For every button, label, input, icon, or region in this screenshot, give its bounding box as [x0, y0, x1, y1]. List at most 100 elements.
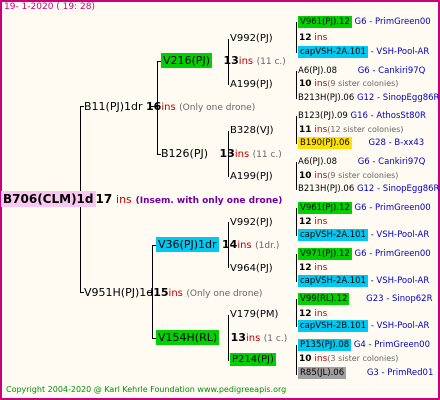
gen4-name: V971(PJ).12 — [298, 248, 352, 260]
gen4-node[interactable]: B190(PJ).06 G28 - B-xx43 — [298, 137, 424, 149]
connector — [296, 254, 297, 282]
gen3-ins-count: 10 — [299, 79, 312, 89]
gen2-node[interactable]: V154H(RL) 13ins (1 c.) — [156, 330, 288, 345]
gen2-name: V154H(RL) — [156, 330, 220, 345]
gen2-name: V36(PJ)1dr — [156, 237, 219, 252]
date-header: 19- 1-2020 ( 19: 28) — [4, 2, 95, 12]
gen3-ins: 12 ins — [299, 218, 327, 227]
gen2-note: (1 c.) — [263, 334, 288, 344]
gen4-name: V99(RL).12 — [298, 293, 350, 305]
connector — [296, 299, 297, 327]
gen4-info: G6 - Cankiri97Q — [357, 66, 426, 76]
gen2-ins-label: ins — [238, 56, 254, 67]
gen4-node[interactable]: B213H(PJ).06 G12 - SinopEgg86R — [298, 94, 439, 103]
gen3-ins-label: ins — [314, 309, 328, 319]
connector — [296, 116, 297, 144]
gen3-ins: 12 ins — [299, 264, 327, 273]
root-node[interactable]: B706(CLM)1d 17 ins (Insem. with only one … — [1, 191, 283, 207]
gen4-node[interactable]: P135(PJ).08 G4 - PrimGreen00 — [298, 339, 430, 351]
gen4-name: B190(PJ).06 — [298, 137, 352, 149]
gen3-ins-count: 11 — [299, 125, 312, 135]
gen4-node[interactable]: capVSH-2A.101 - VSH-Pool-AR — [298, 275, 430, 287]
gen4-info: G4 - PrimGreen00 — [353, 340, 430, 350]
gen3-ins-count: 12 — [299, 33, 312, 43]
gen2-note: (11 c.) — [256, 57, 286, 67]
gen2-ins-label: ins — [237, 240, 252, 251]
gen4-name: V961(PJ).12 — [298, 16, 352, 28]
connector — [296, 208, 297, 236]
gen3-node[interactable]: A199(PJ) — [230, 80, 273, 90]
gen3-node[interactable]: V964(PJ) — [230, 264, 273, 274]
gen3-name: P214(PJ) — [230, 353, 276, 366]
gen4-name: capVSH-2A.101 — [298, 46, 368, 58]
gen2-name: V216(PJ) — [161, 53, 212, 68]
gen3-ins: 12 ins — [299, 34, 327, 43]
gen3-name: A199(PJ) — [230, 171, 273, 182]
gen2-ins-label: ins — [234, 149, 250, 160]
gen2-ins-label: ins — [245, 333, 261, 344]
gen2-ins-count: 14 — [222, 238, 238, 251]
gen3-node[interactable]: P214(PJ) — [230, 353, 276, 366]
gen4-node[interactable]: capVSH-2A.101 - VSH-Pool-AR — [298, 229, 429, 241]
gen3-ins-label: ins — [314, 125, 328, 135]
gen4-name: B213H(PJ).06 — [298, 93, 355, 103]
gen3-ins-count: 10 — [299, 354, 312, 364]
gen3-ins: 10 ins(9 sister colonies) — [299, 172, 398, 181]
gen3-ins-count: 12 — [299, 309, 312, 319]
gen1-name: B11(PJ)1dr — [84, 100, 143, 113]
gen3-node[interactable]: V992(PJ) — [230, 34, 273, 44]
gen4-node[interactable]: R85(JL).06 G3 - PrimRed01 — [298, 367, 433, 379]
gen4-info: G23 - Sinop62R — [366, 294, 433, 304]
root-note: (Insem. with only one drone) — [135, 196, 283, 206]
gen3-note: (3 sister colonies) — [327, 354, 399, 363]
gen4-node[interactable]: V961(PJ).12 G6 - PrimGreen00 — [298, 16, 431, 28]
gen4-name: P135(PJ).08 — [298, 339, 352, 351]
connector — [296, 71, 297, 99]
gen4-node[interactable]: A6(PJ).08 G6 - Cankiri97Q — [298, 158, 425, 167]
gen4-name: B123(PJ).09 — [298, 111, 348, 121]
gen4-name: R85(JL).06 — [298, 367, 347, 379]
gen4-node[interactable]: V971(PJ).12 G6 - PrimGreen00 — [298, 248, 431, 260]
gen3-ins-label: ins — [314, 171, 328, 181]
gen3-node[interactable]: B328(VJ) — [230, 126, 274, 136]
gen1-node[interactable]: V951H(PJ)1d15ins (Only one drone) — [84, 287, 262, 299]
gen2-node[interactable]: V216(PJ) 13ins (11 c.) — [161, 53, 286, 68]
gen3-name: V964(PJ) — [230, 263, 273, 274]
gen4-node[interactable]: B123(PJ).09 G16 - AthosSt80R — [298, 112, 426, 121]
gen3-note: (9 sister colonies) — [327, 79, 399, 88]
gen4-info: - VSH-Pool-AR — [370, 276, 430, 286]
gen4-node[interactable]: capVSH-2B.101 - VSH-Pool-AR — [298, 320, 429, 332]
gen3-node[interactable]: V992(PJ) — [230, 218, 273, 228]
gen1-ins-label: ins — [161, 102, 176, 113]
gen1-node[interactable]: B11(PJ)1dr 16ins (Only one drone) — [84, 101, 255, 113]
gen4-node[interactable]: A6(PJ).08 G6 - Cankiri97Q — [298, 67, 425, 76]
connector — [296, 162, 297, 190]
gen2-ins-count: 13 — [230, 331, 246, 344]
gen4-node[interactable]: B213H(PJ).06 G12 - SinopEgg86R — [298, 185, 439, 194]
gen4-name: capVSH-2A.101 — [298, 229, 368, 241]
gen4-node[interactable]: V961(PJ).12 G6 - PrimGreen00 — [298, 202, 431, 214]
connector — [296, 22, 297, 53]
gen2-ins-count: 13 — [223, 54, 239, 67]
gen2-note: (1dr.) — [255, 241, 280, 251]
gen3-name: V992(PJ) — [230, 217, 273, 228]
gen3-node[interactable]: A199(PJ) — [230, 172, 273, 182]
gen3-node[interactable]: V179(PM) — [230, 310, 278, 320]
gen2-note: (11 c.) — [252, 150, 282, 160]
gen4-node[interactable]: V99(RL).12 G23 - Sinop62R — [298, 293, 433, 305]
gen3-name: V179(PM) — [230, 309, 279, 320]
root-name: B706(CLM)1d — [1, 191, 96, 207]
gen3-name: A199(PJ) — [230, 79, 273, 90]
gen2-node[interactable]: B126(PJ) 13ins (11 c.) — [161, 148, 282, 160]
gen1-ins-label: ins — [168, 288, 183, 299]
gen3-name: B328(VJ) — [230, 125, 274, 136]
gen3-ins-label: ins — [314, 217, 328, 227]
gen4-info: G6 - PrimGreen00 — [354, 203, 431, 213]
root-ins-count: 17 — [95, 192, 113, 206]
gen3-ins: 12 ins — [299, 310, 327, 319]
gen4-node[interactable]: capVSH-2A.101 - VSH-Pool-AR — [298, 46, 429, 58]
gen2-node[interactable]: V36(PJ)1dr 14ins (1dr.) — [156, 237, 280, 252]
gen3-ins-label: ins — [314, 263, 328, 273]
gen3-ins: 11 ins(12 sister colonies) — [299, 126, 404, 135]
gen4-info: G12 - SinopEgg86R — [356, 93, 440, 103]
